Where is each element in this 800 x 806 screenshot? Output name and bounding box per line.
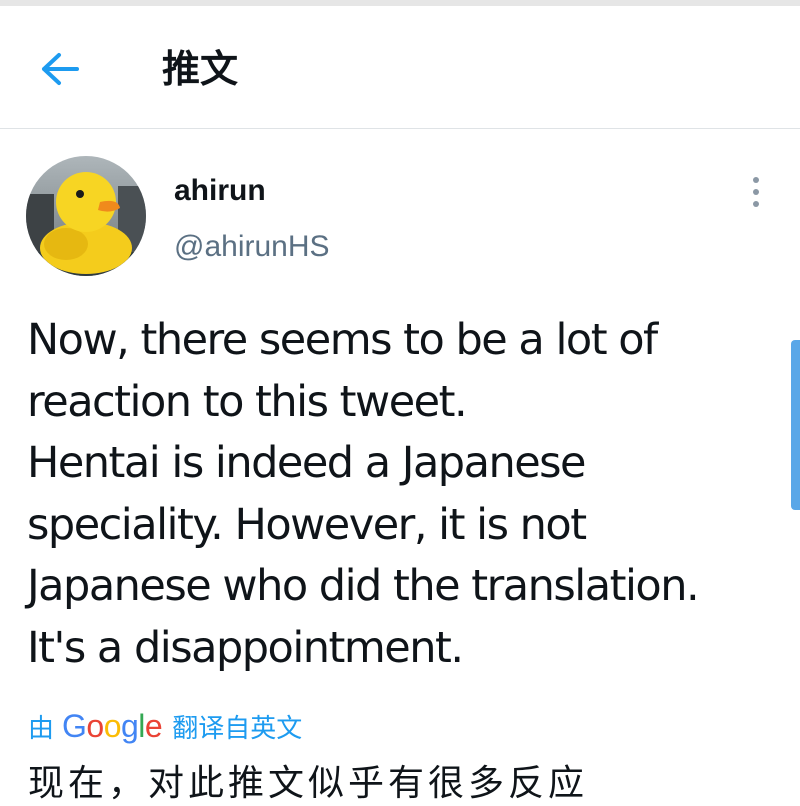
google-letter: G [62, 707, 87, 744]
tweet-text-line: Now, there seems to be a lot of [27, 315, 658, 365]
avatar[interactable] [26, 156, 146, 276]
google-letter: g [121, 707, 139, 744]
google-letter: l [138, 707, 145, 744]
translated-tweet-text: 现在，对此推文似乎有很多反应 [28, 763, 589, 804]
rubber-duck-avatar [26, 156, 146, 276]
tweet-text-line: Hentai is indeed a Japanese [27, 438, 587, 488]
author-display-name[interactable]: ahirun [174, 172, 266, 210]
tweet-text: Now, there seems to be a lot of reaction… [27, 310, 787, 679]
tweet-text-line: speciality. However, it is not [27, 499, 587, 550]
translation-attribution[interactable]: 由 Google 翻译自英文 [28, 704, 302, 748]
back-button[interactable] [30, 34, 90, 104]
tweet-text-line: It's a disappointment. [27, 622, 464, 673]
author-handle[interactable]: @ahirunHS [174, 228, 330, 266]
google-logo: Google [62, 707, 163, 745]
scrollbar[interactable] [791, 340, 800, 510]
vertical-ellipsis-icon [753, 177, 759, 207]
translation-by-label: 由 [28, 713, 55, 744]
tweet-text-line: reaction to this tweet. [27, 376, 468, 427]
google-letter: e [144, 707, 163, 744]
top-app-bar: 推文 [0, 6, 800, 129]
arrow-left-icon [42, 53, 79, 85]
translation-suffix-label: 翻译自英文 [172, 713, 303, 744]
page-title: 推文 [162, 47, 239, 91]
more-options-button[interactable] [740, 172, 772, 212]
google-letter: o [103, 707, 122, 744]
tweet-text-line: Japanese who did the translation. [27, 561, 700, 611]
google-letter: o [86, 707, 104, 744]
